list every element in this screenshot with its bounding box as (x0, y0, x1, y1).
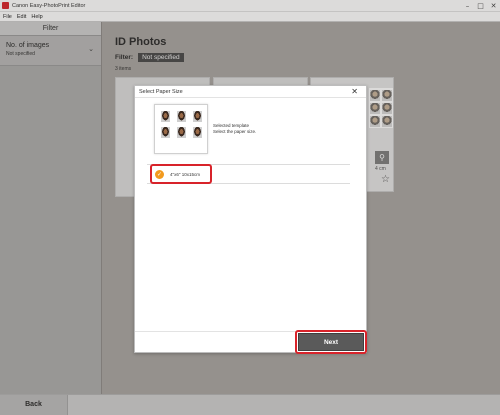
select-paper-size-dialog: Select Paper Size ✕ Selected template Se… (134, 85, 367, 354)
template-preview-image (369, 88, 393, 128)
chevron-down-icon[interactable]: ⌄ (88, 45, 94, 53)
filter-no-of-images[interactable]: No. of images Not specified ⌄ (0, 36, 101, 66)
filter-chip[interactable]: Not specified (138, 53, 184, 62)
menu-file[interactable]: File (3, 14, 12, 20)
window-title: Canon Easy-PhotoPrint Editor (12, 2, 86, 9)
close-window-button[interactable]: ✕ (487, 2, 500, 10)
highlight-box (295, 330, 367, 354)
search-icon[interactable]: ⚲ (375, 151, 389, 164)
filter-label: Filter: (115, 54, 134, 61)
minimize-button[interactable]: – (461, 2, 474, 10)
menu-help[interactable]: Help (31, 14, 42, 20)
dialog-title: Select Paper Size (139, 89, 183, 95)
instruction-text: Select the paper size. (213, 129, 257, 134)
item-count: 3 items (115, 66, 132, 72)
maximize-button[interactable]: □ (474, 2, 487, 10)
selected-template-text: Selected template Select the paper size. (213, 123, 256, 135)
star-icon[interactable]: ☆ (381, 174, 390, 185)
title-bar: Canon Easy-PhotoPrint Editor – □ ✕ (0, 0, 500, 12)
filter-item-label: No. of images (6, 42, 50, 49)
divider (135, 97, 366, 98)
highlight-box (150, 164, 212, 184)
filter-item-value: Not specified (6, 51, 35, 57)
menu-bar: File Edit Help (0, 12, 500, 22)
menu-edit[interactable]: Edit (17, 14, 26, 20)
close-icon[interactable]: ✕ (351, 87, 358, 96)
page-title: ID Photos (115, 36, 167, 48)
active-filter-row: Filter: Not specified (115, 53, 184, 62)
filter-sidebar: Filter No. of images Not specified ⌄ (0, 22, 102, 394)
bottom-bar: Back (0, 394, 500, 415)
selected-template-thumbnail (154, 104, 208, 154)
template-size-label: 4 cm (375, 166, 386, 172)
app-logo-icon (2, 2, 9, 9)
filter-header: Filter (0, 22, 101, 36)
back-button[interactable]: Back (0, 395, 68, 415)
